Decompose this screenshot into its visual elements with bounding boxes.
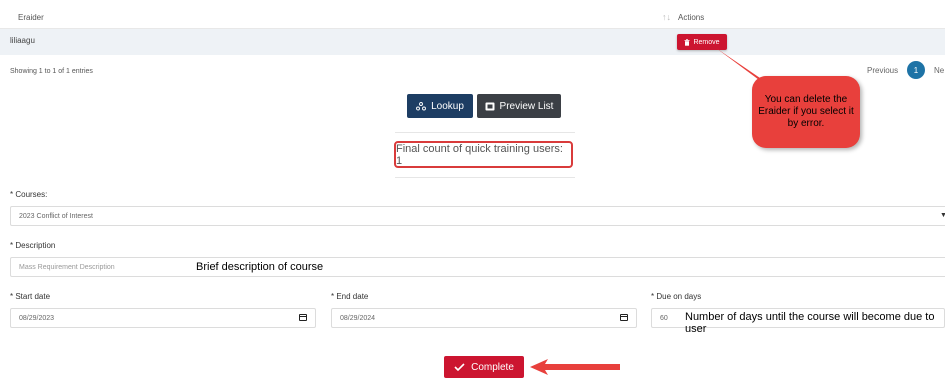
entries-info: Showing 1 to 1 of 1 entries	[10, 68, 93, 75]
preview-list-button[interactable]: Preview List	[477, 94, 561, 118]
description-label: * Description	[10, 241, 56, 250]
pagination-previous[interactable]: Previous	[867, 66, 898, 75]
final-count-box: Final count of quick training users: 1	[394, 141, 573, 168]
pagination-page-1[interactable]: 1	[907, 61, 925, 79]
description-annotation: Brief description of course	[196, 261, 324, 273]
calendar-icon[interactable]	[620, 314, 628, 321]
due-days-annotation: Number of days until the course will bec…	[685, 311, 935, 335]
lookup-label: Lookup	[431, 100, 464, 112]
column-header-actions: Actions	[678, 13, 705, 22]
start-date-input[interactable]: 08/29/2023	[10, 308, 316, 328]
courses-selected-value: 2023 Conflict of Interest	[19, 212, 93, 220]
table-header: Eraider ↑↓ Actions	[0, 8, 945, 29]
users-icon	[416, 101, 427, 110]
description-placeholder: Mass Requirement Description	[19, 263, 115, 271]
end-date-value: 08/29/2024	[340, 314, 376, 322]
arrow-annotation	[530, 359, 620, 375]
column-header-eraider[interactable]: Eraider	[18, 13, 44, 22]
final-count-text: Final count of quick training users: 1	[396, 142, 563, 167]
callout-text: You can delete the Eraider if you select…	[758, 94, 854, 129]
preview-icon	[485, 102, 495, 110]
description-input[interactable]: Mass Requirement Description	[10, 257, 945, 277]
preview-list-label: Preview List	[499, 100, 554, 112]
end-date-input[interactable]: 08/29/2024	[331, 308, 637, 328]
table-row: liliaagu Remove	[0, 29, 945, 55]
courses-label: * Courses:	[10, 190, 48, 199]
end-date-label: * End date	[331, 292, 369, 301]
trash-icon	[684, 38, 690, 46]
divider	[395, 177, 575, 178]
callout-annotation: You can delete the Eraider if you select…	[752, 76, 860, 148]
courses-select[interactable]: 2023 Conflict of Interest ▼	[10, 206, 945, 226]
calendar-icon[interactable]	[299, 314, 307, 321]
pagination-next[interactable]: Ne	[934, 66, 944, 75]
eraider-cell: liliaagu	[10, 36, 35, 45]
divider	[395, 132, 575, 133]
due-days-value: 60	[660, 314, 668, 322]
check-icon	[454, 363, 465, 371]
chevron-down-icon: ▼	[940, 212, 945, 219]
sort-icon[interactable]: ↑↓	[662, 12, 671, 22]
due-days-label: * Due on days	[651, 292, 702, 301]
start-date-value: 08/29/2023	[19, 314, 55, 322]
complete-label: Complete	[471, 361, 514, 373]
lookup-button[interactable]: Lookup	[407, 94, 473, 118]
start-date-label: * Start date	[10, 292, 51, 301]
complete-button[interactable]: Complete	[444, 356, 524, 378]
